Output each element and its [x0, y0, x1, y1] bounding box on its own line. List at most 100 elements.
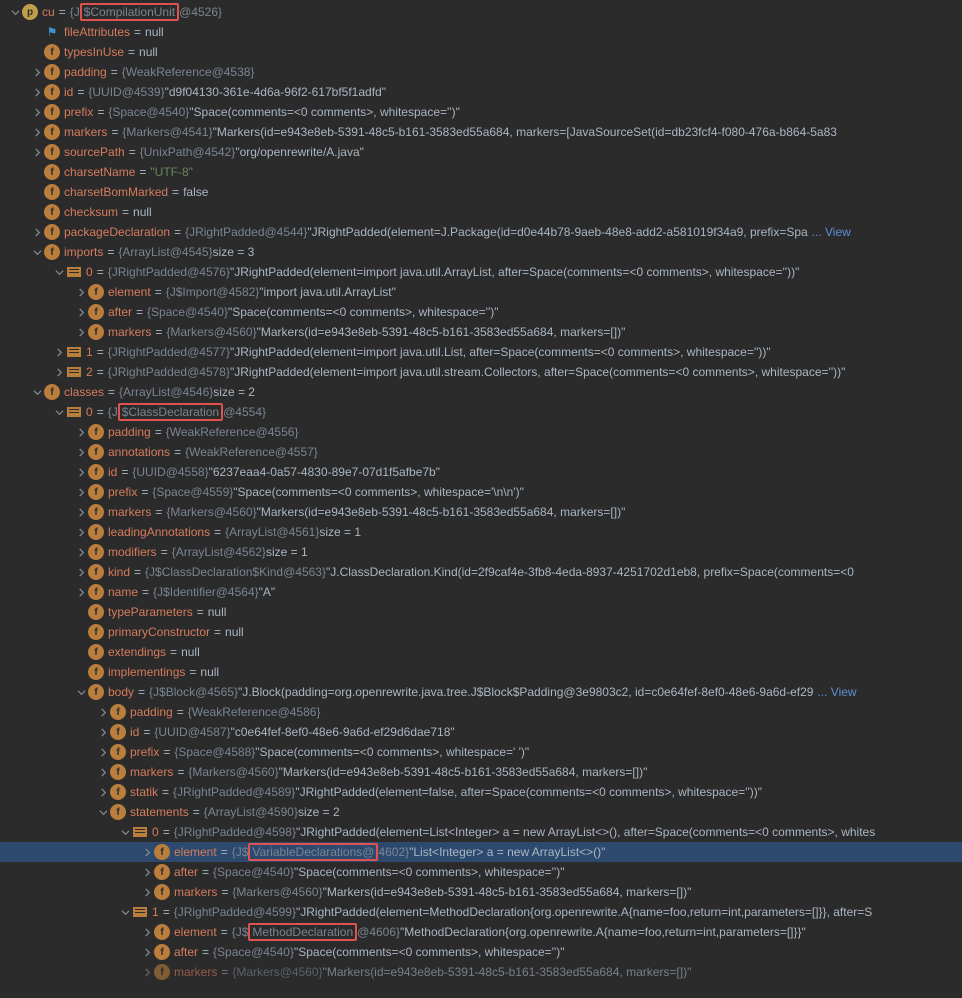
tree-row[interactable]: f leadingAnnotations = {ArrayList@4561} … [0, 522, 962, 542]
chevron-right-icon[interactable] [140, 845, 154, 859]
view-link[interactable]: ... View [817, 685, 856, 699]
tree-row[interactable]: f after = {Space@4540} "Space(comments=<… [0, 862, 962, 882]
chevron-right-icon[interactable] [96, 785, 110, 799]
field-icon: f [88, 544, 104, 560]
chevron-right-icon[interactable] [52, 345, 66, 359]
chevron-right-icon[interactable] [74, 585, 88, 599]
tree-row-classes[interactable]: f classes = {ArrayList@4546} size = 2 [0, 382, 962, 402]
tree-row[interactable]: 0 = {JRightPadded@4576} "JRightPadded(el… [0, 262, 962, 282]
tree-row[interactable]: f markers = {Markers@4560} "Markers(id=e… [0, 322, 962, 342]
chevron-right-icon[interactable] [30, 65, 44, 79]
tree-row[interactable]: f typesInUse = null [0, 42, 962, 62]
chevron-down-icon[interactable] [52, 265, 66, 279]
tree-row[interactable]: 0 = {JRightPadded@4598} "JRightPadded(el… [0, 822, 962, 842]
tree-row[interactable]: 2 = {JRightPadded@4578} "JRightPadded(el… [0, 362, 962, 382]
tree-row[interactable]: f prefix = {Space@4559} "Space(comments=… [0, 482, 962, 502]
chevron-right-icon[interactable] [74, 325, 88, 339]
tree-row[interactable]: 1 = {JRightPadded@4577} "JRightPadded(el… [0, 342, 962, 362]
tree-row[interactable]: f annotations = {WeakReference@4557} [0, 442, 962, 462]
tree-row[interactable]: f padding = {WeakReference@4586} [0, 702, 962, 722]
chevron-right-icon[interactable] [140, 945, 154, 959]
tree-row[interactable]: f checksum = null [0, 202, 962, 222]
tree-row[interactable]: f element = {J$MethodDeclaration@4606} "… [0, 922, 962, 942]
chevron-right-icon[interactable] [74, 465, 88, 479]
tree-row[interactable]: f name = {J$Identifier@4564} "A" [0, 582, 962, 602]
tree-row-cu[interactable]: p cu = {J$CompilationUnit@4526} [0, 2, 962, 22]
chevron-down-icon[interactable] [118, 825, 132, 839]
tree-row[interactable]: f id = {UUID@4539} "d9f04130-361e-4d6a-9… [0, 82, 962, 102]
chevron-down-icon[interactable] [96, 805, 110, 819]
chevron-right-icon[interactable] [96, 725, 110, 739]
tree-row-statements[interactable]: f statements = {ArrayList@4590} size = 2 [0, 802, 962, 822]
tree-row[interactable]: f markers = {Markers@4560} "Markers(id=e… [0, 762, 962, 782]
field-icon: f [44, 184, 60, 200]
chevron-right-icon[interactable] [74, 425, 88, 439]
chevron-right-icon[interactable] [140, 865, 154, 879]
chevron-right-icon[interactable] [96, 765, 110, 779]
tree-row[interactable]: f prefix = {Space@4588} "Space(comments=… [0, 742, 962, 762]
chevron-down-icon[interactable] [74, 685, 88, 699]
chevron-right-icon[interactable] [74, 305, 88, 319]
chevron-right-icon[interactable] [74, 505, 88, 519]
chevron-down-icon[interactable] [8, 5, 22, 19]
tree-row[interactable]: 0 = {J$ClassDeclaration@4554} [0, 402, 962, 422]
tree-row[interactable]: f kind = {J$ClassDeclaration$Kind@4563} … [0, 562, 962, 582]
chevron-down-icon[interactable] [30, 385, 44, 399]
tree-row[interactable]: f id = {UUID@4587} "c0e64fef-8ef0-48e6-9… [0, 722, 962, 742]
chevron-right-icon[interactable] [74, 525, 88, 539]
chevron-right-icon[interactable] [96, 745, 110, 759]
field-icon: f [88, 284, 104, 300]
chevron-down-icon[interactable] [118, 905, 132, 919]
chevron-right-icon[interactable] [52, 365, 66, 379]
tree-row[interactable]: f charsetBomMarked = false [0, 182, 962, 202]
tree-row[interactable]: f packageDeclaration = {JRightPadded@454… [0, 222, 962, 242]
tree-row[interactable]: f sourcePath = {UnixPath@4542} "org/open… [0, 142, 962, 162]
tree-row[interactable]: f primaryConstructor = null [0, 622, 962, 642]
chevron-right-icon[interactable] [74, 445, 88, 459]
tree-row[interactable]: f extendings = null [0, 642, 962, 662]
tree-row[interactable]: f after = {Space@4540} "Space(comments=<… [0, 942, 962, 962]
tree-row[interactable]: f markers = {Markers@4560} "Markers(id=e… [0, 502, 962, 522]
chevron-right-icon[interactable] [30, 105, 44, 119]
tree-row-body[interactable]: f body = {J$Block@4565} "J.Block(padding… [0, 682, 962, 702]
tree-row[interactable]: f element = {J$Import@4582} "import java… [0, 282, 962, 302]
tree-row-selected[interactable]: f element = {J$VariableDeclarations@4602… [0, 842, 962, 862]
chevron-down-icon[interactable] [52, 405, 66, 419]
tree-row[interactable]: 1 = {JRightPadded@4599} "JRightPadded(el… [0, 902, 962, 922]
chevron-down-icon[interactable] [30, 245, 44, 259]
field-icon: f [88, 684, 104, 700]
field-icon: f [110, 724, 126, 740]
field-icon: f [110, 784, 126, 800]
chevron-right-icon[interactable] [74, 285, 88, 299]
chevron-right-icon[interactable] [30, 85, 44, 99]
tree-row[interactable]: f markers = {Markers@4560} "Markers(id=e… [0, 882, 962, 902]
tree-row[interactable]: f markers = {Markers@4560} "Markers(id=e… [0, 962, 962, 982]
tree-row[interactable]: f id = {UUID@4558} "6237eaa4-0a57-4830-8… [0, 462, 962, 482]
tree-row[interactable]: f implementings = null [0, 662, 962, 682]
tree-row[interactable]: f charsetName = "UTF-8" [0, 162, 962, 182]
chevron-right-icon[interactable] [140, 885, 154, 899]
chevron-right-icon[interactable] [140, 965, 154, 979]
tree-row[interactable]: f padding = {WeakReference@4538} [0, 62, 962, 82]
chevron-right-icon[interactable] [140, 925, 154, 939]
chevron-right-icon[interactable] [96, 705, 110, 719]
chevron-right-icon[interactable] [74, 565, 88, 579]
tree-row[interactable]: f after = {Space@4540} "Space(comments=<… [0, 302, 962, 322]
tree-row[interactable]: f padding = {WeakReference@4556} [0, 422, 962, 442]
tree-row-imports[interactable]: f imports = {ArrayList@4545} size = 3 [0, 242, 962, 262]
tree-row[interactable]: f markers = {Markers@4541} "Markers(id=e… [0, 122, 962, 142]
highlight-method-declaration: MethodDeclaration [248, 923, 357, 941]
field-icon: f [110, 744, 126, 760]
flag-icon: ⚑ [44, 24, 60, 40]
tree-row[interactable]: ⚑ fileAttributes = null [0, 22, 962, 42]
tree-row[interactable]: f modifiers = {ArrayList@4562} size = 1 [0, 542, 962, 562]
chevron-right-icon[interactable] [74, 545, 88, 559]
tree-row[interactable]: f statik = {JRightPadded@4589} "JRightPa… [0, 782, 962, 802]
chevron-right-icon[interactable] [30, 125, 44, 139]
tree-row[interactable]: f prefix = {Space@4540} "Space(comments=… [0, 102, 962, 122]
chevron-right-icon[interactable] [30, 145, 44, 159]
chevron-right-icon[interactable] [30, 225, 44, 239]
view-link[interactable]: ... View [812, 225, 851, 239]
tree-row[interactable]: f typeParameters = null [0, 602, 962, 622]
chevron-right-icon[interactable] [74, 485, 88, 499]
